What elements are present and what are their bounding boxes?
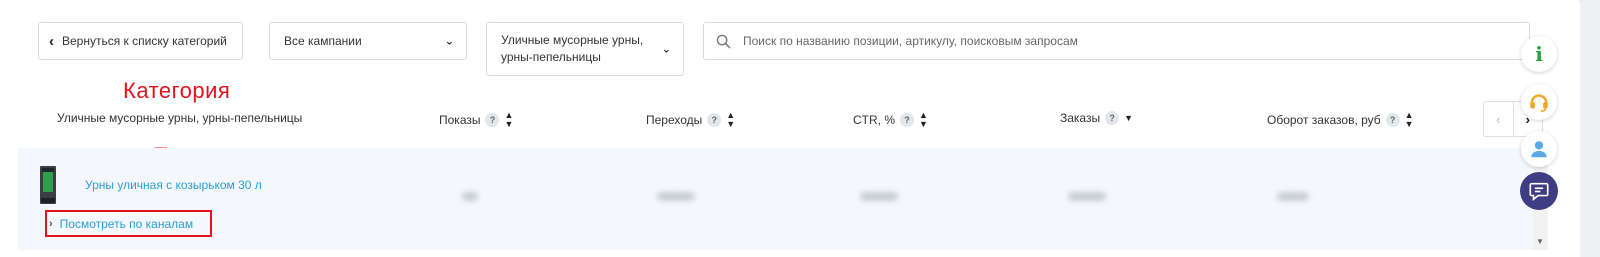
back-to-categories-button[interactable]: ‹ Вернуться к списку категорий: [38, 22, 243, 60]
column-header-revenue[interactable]: Оборот заказов, руб ? ▲ ▼: [1267, 111, 1414, 129]
blurred-value: [462, 192, 478, 201]
help-icon[interactable]: ?: [707, 113, 722, 127]
category-select-value: Уличные мусорные урны, урны-пепельницы: [501, 33, 644, 64]
info-button[interactable]: i: [1521, 36, 1557, 72]
info-icon: i: [1535, 42, 1543, 66]
back-button-label: Вернуться к списку категорий: [62, 34, 227, 48]
view-by-channels-label: Посмотреть по каналам: [59, 216, 194, 231]
help-icon[interactable]: ?: [1385, 113, 1400, 127]
column-header-ctr[interactable]: CTR, % ? ▲ ▼: [853, 111, 928, 129]
blurred-value: [657, 192, 695, 201]
scroll-down-icon[interactable]: ▼: [1536, 237, 1544, 246]
column-header-clicks[interactable]: Переходы ? ▲ ▼: [646, 111, 735, 129]
view-by-channels-link[interactable]: › Посмотреть по каналам: [45, 210, 212, 237]
support-button[interactable]: [1521, 84, 1557, 120]
chat-icon: [1529, 182, 1549, 201]
chevron-down-icon: ⌄: [661, 43, 671, 56]
column-header-impressions[interactable]: Показы ? ▲ ▼: [439, 111, 513, 129]
sort-icon[interactable]: ▲ ▼: [1405, 111, 1414, 129]
sort-icon[interactable]: ▲ ▼: [726, 111, 735, 129]
sort-desc-icon[interactable]: ▼: [1124, 113, 1133, 123]
campaign-select[interactable]: Все кампании ⌄: [269, 22, 467, 60]
help-icon[interactable]: ?: [485, 113, 500, 127]
category-name-header: Уличные мусорные урны, урны-пепельницы: [57, 111, 303, 125]
sort-icon[interactable]: ▲ ▼: [919, 111, 928, 129]
help-icon[interactable]: ?: [1105, 111, 1120, 125]
chevron-right-icon: ›: [49, 217, 53, 230]
headset-icon: [1530, 94, 1548, 112]
table-row: [18, 148, 1548, 250]
sort-icon[interactable]: ▲ ▼: [504, 111, 513, 129]
search-icon: [716, 34, 731, 48]
column-header-orders[interactable]: Заказы ? ▼: [1060, 111, 1133, 125]
chat-button[interactable]: [1520, 172, 1558, 210]
chevron-left-icon: ‹: [49, 32, 54, 50]
product-thumbnail: [40, 166, 56, 204]
search-placeholder: Поиск по названию позиции, артикулу, пои…: [743, 34, 1078, 48]
annotation-category: Категория: [123, 78, 231, 103]
chevron-left-icon[interactable]: ‹: [1484, 102, 1514, 136]
help-icon[interactable]: ?: [900, 113, 914, 127]
blurred-value: [1068, 192, 1106, 201]
user-icon: [1531, 141, 1547, 158]
blurred-value: [860, 192, 898, 201]
product-name-link[interactable]: Урны уличная с козырьком 30 л: [85, 178, 262, 192]
blurred-value: [1277, 192, 1309, 201]
profile-button[interactable]: [1521, 131, 1557, 167]
search-input[interactable]: Поиск по названию позиции, артикулу, пои…: [703, 22, 1530, 60]
chevron-down-icon: ⌄: [444, 35, 454, 48]
category-select[interactable]: Уличные мусорные урны, урны-пепельницы ⌄: [486, 22, 684, 76]
campaign-select-value: Все кампании: [284, 34, 362, 48]
